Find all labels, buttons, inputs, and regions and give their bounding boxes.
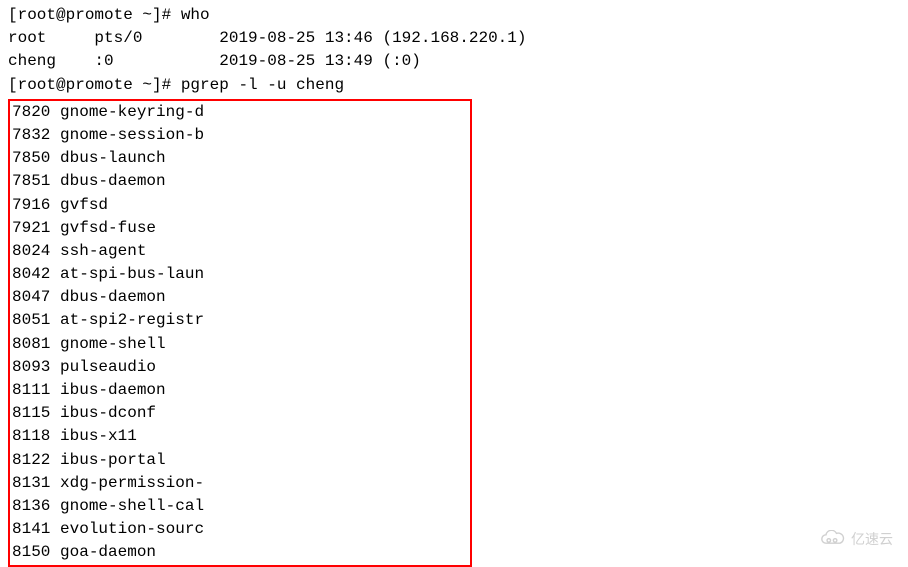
watermark-text: 亿速云 [851,529,893,549]
cloud-icon [819,530,847,548]
pgrep-output-row: 7851 dbus-daemon [12,170,468,193]
process-name: dbus-daemon [60,172,166,190]
pgrep-output-row: 8111 ibus-daemon [12,379,468,402]
watermark: 亿速云 [819,529,893,549]
process-pid: 8093 [12,358,50,376]
process-name: gnome-shell-cal [60,497,204,515]
process-name: evolution-sourc [60,520,204,538]
pgrep-output-row: 7820 gnome-keyring-d [12,101,468,124]
pgrep-output-row: 8115 ibus-dconf [12,402,468,425]
pgrep-output-highlight-box: 7820 gnome-keyring-d 7832 gnome-session-… [8,99,472,567]
pgrep-output-row: 8042 at-spi-bus-laun [12,263,468,286]
process-pid: 8118 [12,427,50,445]
pgrep-output-row: 8136 gnome-shell-cal [12,495,468,518]
pgrep-output-row: 8093 pulseaudio [12,356,468,379]
pgrep-output-row: 8122 ibus-portal [12,449,468,472]
pgrep-output-row: 7832 gnome-session-b [12,124,468,147]
process-name: at-spi-bus-laun [60,265,204,283]
process-pid: 8141 [12,520,50,538]
process-name: ibus-x11 [60,427,137,445]
process-pid: 8051 [12,311,50,329]
pgrep-output-row: 8047 dbus-daemon [12,286,468,309]
process-name: gnome-session-b [60,126,204,144]
shell-prompt: [root@promote ~]# [8,6,181,24]
process-name: at-spi2-registr [60,311,204,329]
process-pid: 7851 [12,172,50,190]
pgrep-output-row: 7916 gvfsd [12,194,468,217]
pgrep-output-row: 8024 ssh-agent [12,240,468,263]
process-pid: 8115 [12,404,50,422]
process-pid: 8122 [12,451,50,469]
process-pid: 8024 [12,242,50,260]
who-output-row: cheng :0 2019-08-25 13:49 (:0) [8,50,900,73]
process-name: ssh-agent [60,242,146,260]
process-name: xdg-permission- [60,474,204,492]
who-output-row: root pts/0 2019-08-25 13:46 (192.168.220… [8,27,900,50]
command-text: pgrep -l -u cheng [181,76,344,94]
process-name: dbus-daemon [60,288,166,306]
process-pid: 8136 [12,497,50,515]
pgrep-output-row: 7850 dbus-launch [12,147,468,170]
process-name: dbus-launch [60,149,166,167]
process-pid: 8131 [12,474,50,492]
terminal-line-cmd2: [root@promote ~]# pgrep -l -u cheng [8,74,900,97]
process-name: ibus-daemon [60,381,166,399]
process-pid: 8047 [12,288,50,306]
process-pid: 8081 [12,335,50,353]
pgrep-output-row: 8118 ibus-x11 [12,425,468,448]
process-pid: 8111 [12,381,50,399]
command-text: who [181,6,210,24]
process-name: pulseaudio [60,358,156,376]
pgrep-output-row: 8131 xdg-permission- [12,472,468,495]
pgrep-output-row: 8141 evolution-sourc [12,518,468,541]
pgrep-output-row: 8150 goa-daemon [12,541,468,564]
process-name: gnome-shell [60,335,166,353]
process-pid: 7820 [12,103,50,121]
process-pid: 8042 [12,265,50,283]
pgrep-output-row: 8051 at-spi2-registr [12,309,468,332]
pgrep-output-row: 7921 gvfsd-fuse [12,217,468,240]
process-name: gnome-keyring-d [60,103,204,121]
process-pid: 7850 [12,149,50,167]
process-name: ibus-dconf [60,404,156,422]
process-name: ibus-portal [60,451,166,469]
terminal-line-cmd1: [root@promote ~]# who [8,4,900,27]
process-name: gvfsd-fuse [60,219,156,237]
shell-prompt: [root@promote ~]# [8,76,181,94]
process-name: gvfsd [60,196,108,214]
process-pid: 7916 [12,196,50,214]
process-pid: 7832 [12,126,50,144]
pgrep-output-row: 8081 gnome-shell [12,333,468,356]
process-pid: 7921 [12,219,50,237]
